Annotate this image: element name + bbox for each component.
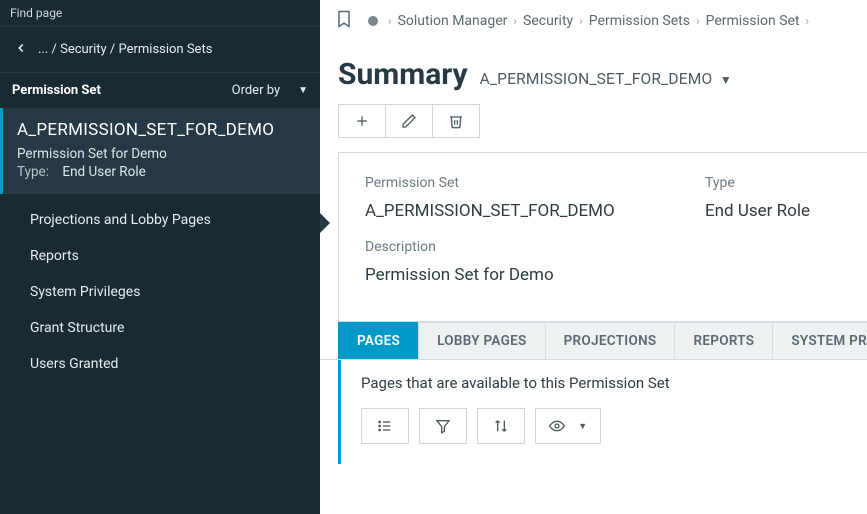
delete-button[interactable] xyxy=(432,104,480,138)
list-view-button[interactable] xyxy=(361,408,409,444)
entity-name: A_PERMISSION_SET_FOR_DEMO xyxy=(480,70,713,88)
breadcrumb-permission-sets[interactable]: Permission Sets xyxy=(589,13,690,29)
order-by-label: Order by xyxy=(232,83,280,98)
entity-dropdown[interactable]: A_PERMISSION_SET_FOR_DEMO ▼ xyxy=(480,70,732,88)
active-card-pointer-icon xyxy=(320,213,330,233)
chevron-right-icon: › xyxy=(388,14,392,28)
filter-button[interactable] xyxy=(419,408,467,444)
order-by-dropdown[interactable]: Order by ▼ xyxy=(232,83,308,98)
top-breadcrumb: › Solution Manager › Security › Permissi… xyxy=(320,0,867,43)
field-description: Description Permission Set for Demo xyxy=(365,239,645,285)
tab-reports[interactable]: REPORTS xyxy=(674,322,773,359)
sidebar-breadcrumb-row: ... / Security / Permission Sets xyxy=(0,27,320,73)
list-title: Permission Set xyxy=(12,83,101,98)
main-panel: › Solution Manager › Security › Permissi… xyxy=(320,0,867,514)
visibility-dropdown-button[interactable]: ▼ xyxy=(535,408,601,444)
back-chevron-icon[interactable] xyxy=(14,41,28,58)
tab-lobby-pages[interactable]: LOBBY PAGES xyxy=(418,322,545,359)
nav-item-system-privileges[interactable]: System Privileges xyxy=(0,274,320,310)
chevron-right-icon: › xyxy=(513,14,517,28)
card-type-value: End User Role xyxy=(62,164,145,180)
page-title: Summary xyxy=(338,57,468,92)
tab-system-privileges[interactable]: SYSTEM PRIVI xyxy=(772,322,867,359)
card-title: A_PERMISSION_SET_FOR_DEMO xyxy=(17,120,306,140)
field-type: Type End User Role xyxy=(705,175,867,221)
find-page-link[interactable]: Find page xyxy=(0,0,320,27)
page-heading-row: Summary A_PERMISSION_SET_FOR_DEMO ▼ xyxy=(320,43,867,96)
nav-item-projections-lobby[interactable]: Projections and Lobby Pages xyxy=(0,202,320,238)
sidebar-breadcrumb-text[interactable]: ... / Security / Permission Sets xyxy=(38,42,212,57)
card-type-row: Type: End User Role xyxy=(17,164,306,180)
card-subtitle: Permission Set for Demo xyxy=(17,146,306,162)
field-value: A_PERMISSION_SET_FOR_DEMO xyxy=(365,201,645,221)
tab-pages[interactable]: PAGES xyxy=(338,322,419,359)
chevron-right-icon: › xyxy=(806,14,810,28)
bookmark-icon[interactable] xyxy=(334,8,354,34)
tab-body: Pages that are available to this Permiss… xyxy=(338,360,867,464)
sort-button[interactable] xyxy=(477,408,525,444)
add-button[interactable] xyxy=(338,104,386,138)
sidebar: Find page ... / Security / Permission Se… xyxy=(0,0,320,514)
nav-item-reports[interactable]: Reports xyxy=(0,238,320,274)
nav-item-grant-structure[interactable]: Grant Structure xyxy=(0,310,320,346)
breadcrumb-dot-icon xyxy=(368,16,378,26)
field-permission-set: Permission Set A_PERMISSION_SET_FOR_DEMO xyxy=(365,175,645,221)
chevron-right-icon: › xyxy=(579,14,583,28)
nav-item-users-granted[interactable]: Users Granted xyxy=(0,346,320,382)
field-label: Type xyxy=(705,175,867,191)
caret-down-icon: ▼ xyxy=(578,421,587,432)
action-toolbar xyxy=(320,96,867,152)
tabs-bar: PAGES LOBBY PAGES PROJECTIONS REPORTS SY… xyxy=(320,322,867,360)
caret-down-icon: ▼ xyxy=(298,85,308,96)
field-value: End User Role xyxy=(705,201,867,221)
breadcrumb-solution-manager[interactable]: Solution Manager xyxy=(398,13,508,29)
detail-card: Permission Set A_PERMISSION_SET_FOR_DEMO… xyxy=(338,152,867,322)
tab-description: Pages that are available to this Permiss… xyxy=(361,374,847,392)
caret-down-icon: ▼ xyxy=(720,73,732,87)
card-type-label: Type: xyxy=(17,164,49,180)
breadcrumb-security[interactable]: Security xyxy=(523,13,573,29)
sidebar-list-header: Permission Set Order by ▼ xyxy=(0,73,320,108)
field-value: Permission Set for Demo xyxy=(365,265,645,285)
tab-toolbar: ▼ xyxy=(361,408,847,444)
field-label: Description xyxy=(365,239,645,255)
field-label: Permission Set xyxy=(365,175,645,191)
breadcrumb-permission-set[interactable]: Permission Set xyxy=(706,13,800,29)
chevron-right-icon: › xyxy=(696,14,700,28)
tab-projections[interactable]: PROJECTIONS xyxy=(545,322,676,359)
permission-set-card[interactable]: A_PERMISSION_SET_FOR_DEMO Permission Set… xyxy=(0,108,320,194)
edit-button[interactable] xyxy=(385,104,433,138)
sidebar-nav: Projections and Lobby Pages Reports Syst… xyxy=(0,194,320,390)
